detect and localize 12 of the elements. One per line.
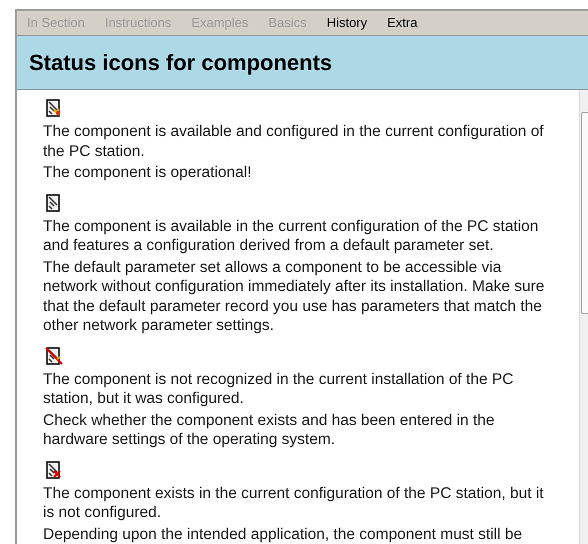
description-text: The component exists in the current configuration of the PC station, but it is not configured.: [43, 484, 545, 522]
tab[interactable]: History: [326, 13, 368, 33]
description-text: The component is not recognized in the current installation of the PC station, but it was configured.: [43, 370, 514, 408]
description-text: The default parameter set allows a component to be accessible via network without configuration immediately after its installation. Make sure that the default parameter record you use has parameters that match the other network parameter settings.: [43, 258, 546, 336]
page-heading: Status icons for components: [29, 49, 332, 77]
description-text: Depending upon the intended application, the component must still be: [43, 524, 524, 544]
description-text: The component is available in the current configuration of the PC station and features a configuration derived from a default parameter set.: [43, 216, 540, 256]
scrollbar[interactable]: [579, 90, 588, 544]
tab[interactable]: Extra: [387, 13, 418, 33]
description-text: The component is available and configured in the current configuration of the PC station.: [43, 122, 545, 161]
description-text: The component is operational!: [43, 163, 253, 182]
description-text: Check whether the component exists and has been entered in the hardware settings of the operating system.: [43, 410, 496, 450]
